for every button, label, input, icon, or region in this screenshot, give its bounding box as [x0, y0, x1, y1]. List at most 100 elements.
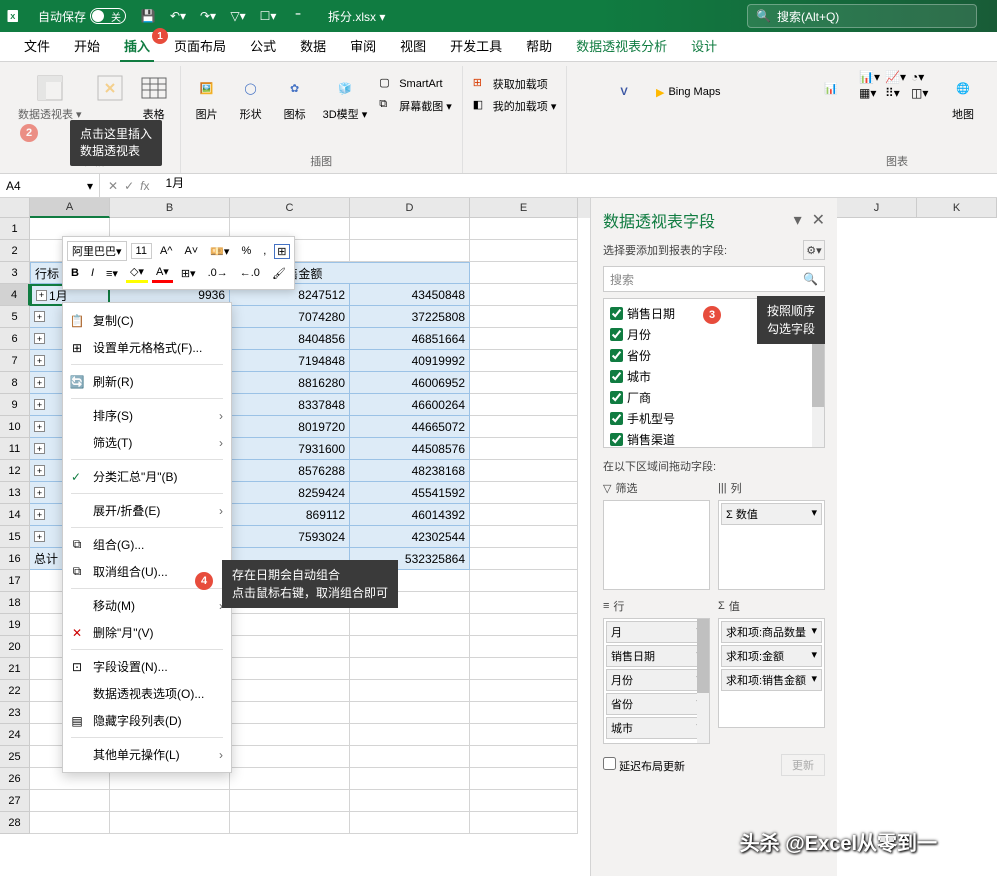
- row-header[interactable]: 14: [0, 504, 30, 526]
- area-item[interactable]: 销售日期▾: [606, 645, 707, 667]
- menu-move[interactable]: 移动(M)›: [63, 592, 231, 619]
- cell[interactable]: 46014392: [350, 504, 470, 526]
- menu-hide-fields[interactable]: ▤隐藏字段列表(D): [63, 707, 231, 734]
- tab-view[interactable]: 视图: [388, 30, 438, 61]
- font-size-selector[interactable]: 11: [131, 243, 152, 259]
- cell[interactable]: [470, 768, 578, 790]
- gear-icon[interactable]: ⚙▾: [803, 240, 825, 260]
- cell[interactable]: [470, 504, 578, 526]
- cell[interactable]: [470, 526, 578, 548]
- area-item[interactable]: 省份▾: [606, 693, 707, 715]
- menu-expand[interactable]: 展开/折叠(E)›: [63, 497, 231, 524]
- menu-format-cells[interactable]: ⊞设置单元格格式(F)...: [63, 334, 231, 361]
- font-color-icon[interactable]: A▾: [152, 263, 173, 283]
- expand-icon[interactable]: +: [34, 465, 45, 476]
- recommended-pivot-button[interactable]: [90, 70, 130, 106]
- cell[interactable]: [230, 680, 350, 702]
- filename-label[interactable]: 拆分.xlsx ▾: [328, 8, 385, 25]
- cell[interactable]: [350, 658, 470, 680]
- cell[interactable]: [230, 746, 350, 768]
- area-item[interactable]: 求和项:商品数量▾: [721, 621, 822, 643]
- row-header[interactable]: 3: [0, 262, 30, 284]
- area-item[interactable]: 月▾: [606, 621, 707, 643]
- cell[interactable]: [470, 636, 578, 658]
- cell[interactable]: [230, 790, 350, 812]
- redo-icon[interactable]: ↷▾: [198, 6, 218, 26]
- menu-delete[interactable]: ✕删除"月"(V): [63, 619, 231, 646]
- combo-chart-icon[interactable]: ◫▾: [911, 86, 935, 100]
- cell[interactable]: [350, 790, 470, 812]
- cell[interactable]: [230, 724, 350, 746]
- cell[interactable]: 8816280: [230, 372, 350, 394]
- row-header[interactable]: 18: [0, 592, 30, 614]
- cell[interactable]: 7593024: [230, 526, 350, 548]
- my-addins-button[interactable]: ◧我的加载项 ▾: [469, 96, 561, 116]
- undo-icon[interactable]: ↶▾: [168, 6, 188, 26]
- menu-refresh[interactable]: 🔄刷新(R): [63, 368, 231, 395]
- cell[interactable]: 37225808: [350, 306, 470, 328]
- expand-icon[interactable]: +: [34, 333, 45, 344]
- cell[interactable]: 43450848: [350, 284, 470, 306]
- area-item[interactable]: 求和项:金额▾: [721, 645, 822, 667]
- menu-sort[interactable]: 排序(S)›: [63, 402, 231, 429]
- font-selector[interactable]: 阿里巴巴▾: [67, 241, 127, 261]
- dec-decimal-icon[interactable]: ←.0: [236, 265, 264, 281]
- tab-insert[interactable]: 插入 1: [112, 30, 162, 61]
- row-header[interactable]: 9: [0, 394, 30, 416]
- field-checkbox[interactable]: 销售渠道: [608, 429, 820, 448]
- inc-decimal-icon[interactable]: .0→: [204, 265, 232, 281]
- row-header[interactable]: 2: [0, 240, 30, 262]
- accounting-icon[interactable]: 💴▾: [206, 243, 233, 260]
- bar-chart-icon[interactable]: 📊▾: [859, 70, 883, 84]
- row-header[interactable]: 26: [0, 768, 30, 790]
- formula-bar[interactable]: 1月: [157, 174, 997, 198]
- cell[interactable]: [230, 768, 350, 790]
- row-header[interactable]: 24: [0, 724, 30, 746]
- row-header[interactable]: 25: [0, 746, 30, 768]
- cell[interactable]: [230, 702, 350, 724]
- cell[interactable]: [350, 724, 470, 746]
- tab-design[interactable]: 设计: [679, 30, 729, 61]
- qat-customize-icon[interactable]: ⁼: [288, 6, 308, 26]
- touch-icon[interactable]: ☐▾: [258, 6, 278, 26]
- cell[interactable]: [470, 438, 578, 460]
- 3dmodel-button[interactable]: 🧊3D模型 ▾: [319, 70, 372, 124]
- cell[interactable]: 46600264: [350, 394, 470, 416]
- cell[interactable]: [470, 240, 578, 262]
- cell[interactable]: [350, 702, 470, 724]
- menu-other[interactable]: 其他单元操作(L)›: [63, 741, 231, 768]
- cell[interactable]: [110, 812, 230, 834]
- columns-drop-area[interactable]: Σ 数值▾: [718, 500, 825, 590]
- expand-icon[interactable]: +: [34, 443, 45, 454]
- cell[interactable]: 46006952: [350, 372, 470, 394]
- menu-filter[interactable]: 筛选(T)›: [63, 429, 231, 456]
- col-header[interactable]: J: [837, 198, 917, 218]
- cell[interactable]: 46851664: [350, 328, 470, 350]
- shapes-button[interactable]: ◯形状: [231, 70, 271, 124]
- cell[interactable]: [470, 306, 578, 328]
- percent-icon[interactable]: %: [237, 243, 255, 259]
- row-header[interactable]: 8: [0, 372, 30, 394]
- search-input[interactable]: 🔍 搜索(Alt+Q): [747, 4, 977, 28]
- expand-icon[interactable]: +: [34, 399, 45, 410]
- row-header[interactable]: 4: [0, 284, 30, 306]
- cell[interactable]: 8404856: [230, 328, 350, 350]
- pie-chart-icon[interactable]: ◔▾: [911, 70, 935, 84]
- area-item[interactable]: 月份▾: [606, 669, 707, 691]
- screenshot-button[interactable]: ⧉屏幕截图 ▾: [375, 96, 456, 116]
- expand-icon[interactable]: +: [34, 377, 45, 388]
- cell[interactable]: [350, 636, 470, 658]
- align-icon[interactable]: ≡▾: [102, 265, 122, 282]
- format-icon[interactable]: ⊞: [274, 244, 289, 259]
- col-header[interactable]: C: [230, 198, 350, 218]
- enter-formula-icon[interactable]: ✓: [124, 179, 134, 193]
- cell[interactable]: 8019720: [230, 416, 350, 438]
- menu-subtotal[interactable]: ✓分类汇总"月"(B): [63, 463, 231, 490]
- cell[interactable]: 8259424: [230, 482, 350, 504]
- charts-button[interactable]: 📊: [811, 70, 851, 106]
- area-item[interactable]: 城市▾: [606, 717, 707, 739]
- cell[interactable]: [470, 372, 578, 394]
- rows-drop-area[interactable]: 月▾销售日期▾月份▾省份▾城市▾: [603, 618, 710, 744]
- cell[interactable]: 44508576: [350, 438, 470, 460]
- menu-copy[interactable]: 📋复制(C): [63, 307, 231, 334]
